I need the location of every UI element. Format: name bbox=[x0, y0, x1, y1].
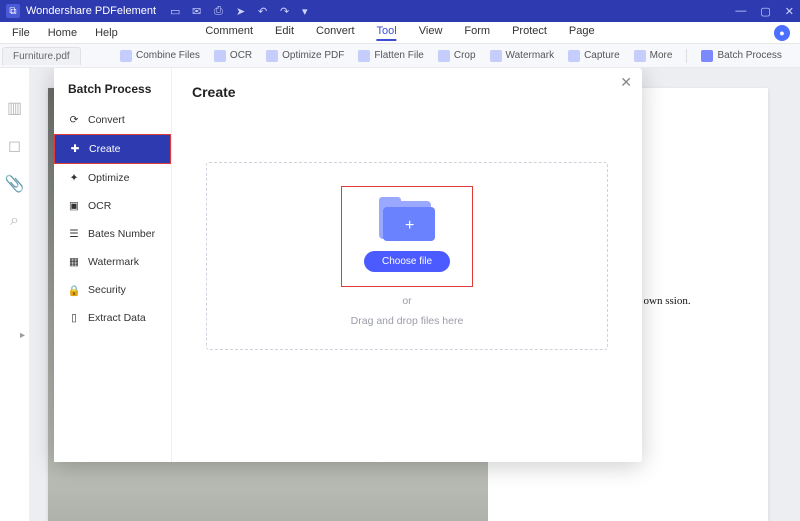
maximize-icon[interactable]: ▢ bbox=[760, 5, 770, 18]
refresh-icon: ⟳ bbox=[68, 114, 80, 126]
close-window-icon[interactable]: ✕ bbox=[785, 5, 794, 18]
mail-icon[interactable]: ✉ bbox=[192, 5, 204, 17]
file-drop-highlight: + Choose file bbox=[341, 186, 473, 287]
batch-sidebar-title: Batch Process bbox=[54, 78, 171, 106]
drag-hint-label: Drag and drop files here bbox=[351, 315, 464, 327]
optimize2-icon: ✦ bbox=[68, 172, 80, 184]
combine-icon bbox=[120, 50, 132, 62]
document-area[interactable]: D BYLLECTIVE. , meet local creatives ner… bbox=[30, 68, 800, 521]
or-label: or bbox=[402, 295, 411, 307]
batch-icon bbox=[701, 50, 713, 62]
batch-main-panel: Create ✕ + Choose file or Drag and drop … bbox=[172, 68, 642, 462]
menu-protect[interactable]: Protect bbox=[512, 25, 547, 41]
menu-comment[interactable]: Comment bbox=[205, 25, 253, 41]
toolbar-separator bbox=[686, 49, 687, 63]
tool-ocr[interactable]: OCR bbox=[214, 50, 252, 62]
titlebar-quick-icons: ▭ ✉ ⎙ ➤ ↶ ↷ ▾ bbox=[170, 5, 314, 17]
batch-item-optimize[interactable]: ✦Optimize bbox=[54, 164, 171, 192]
tool-batch-process[interactable]: Batch Process bbox=[701, 50, 781, 62]
bookmarks-icon[interactable]: ◻ bbox=[8, 136, 21, 156]
minimize-icon[interactable]: ― bbox=[735, 5, 746, 18]
ocr-icon bbox=[214, 50, 226, 62]
batch-item-extract[interactable]: ▯Extract Data bbox=[54, 304, 171, 332]
batch-item-security[interactable]: 🔒Security bbox=[54, 276, 171, 304]
undo-icon[interactable]: ↶ bbox=[258, 5, 270, 17]
more-icon bbox=[634, 50, 646, 62]
optimize-icon bbox=[266, 50, 278, 62]
window-controls: ― ▢ ✕ bbox=[735, 5, 794, 18]
tool-optimize-pdf[interactable]: Optimize PDF bbox=[266, 50, 344, 62]
ocr2-icon: ▣ bbox=[68, 200, 80, 212]
lock-icon: 🔒 bbox=[68, 284, 80, 296]
app-title: Wondershare PDFelement bbox=[26, 5, 156, 17]
batch-item-ocr[interactable]: ▣OCR bbox=[54, 192, 171, 220]
menu-tool[interactable]: Tool bbox=[377, 25, 397, 41]
watermark2-icon: ▦ bbox=[68, 256, 80, 268]
dropdown-icon[interactable]: ▾ bbox=[302, 5, 314, 17]
workspace: ▥ ◻ 📎 ⌕ ▸ D BYLLECTIVE. , meet local cre… bbox=[0, 68, 800, 521]
expand-rail-icon[interactable]: ▸ bbox=[20, 330, 25, 341]
tool-more[interactable]: More bbox=[634, 50, 673, 62]
flatten-icon bbox=[358, 50, 370, 62]
batch-item-convert[interactable]: ⟳Convert bbox=[54, 106, 171, 134]
batch-item-watermark[interactable]: ▦Watermark bbox=[54, 248, 171, 276]
batch-process-dialog: Batch Process ⟳Convert ✚Create ✦Optimize… bbox=[54, 68, 642, 462]
close-dialog-icon[interactable]: ✕ bbox=[620, 74, 632, 91]
redo-icon[interactable]: ↷ bbox=[280, 5, 292, 17]
batch-sidebar: Batch Process ⟳Convert ✚Create ✦Optimize… bbox=[54, 68, 172, 462]
menu-form[interactable]: Form bbox=[464, 25, 490, 41]
user-avatar-icon[interactable]: ● bbox=[774, 25, 790, 41]
tool-watermark[interactable]: Watermark bbox=[490, 50, 555, 62]
file-drop-area[interactable]: + Choose file or Drag and drop files her… bbox=[206, 162, 608, 350]
batch-panel-title: Create bbox=[192, 84, 622, 100]
app-logo-icon: ⧉ bbox=[6, 4, 20, 18]
create-icon: ✚ bbox=[69, 143, 81, 155]
tool-capture[interactable]: Capture bbox=[568, 50, 620, 62]
menu-edit[interactable]: Edit bbox=[275, 25, 294, 41]
tool-crop[interactable]: Crop bbox=[438, 50, 476, 62]
data-icon: ▯ bbox=[68, 312, 80, 324]
capture-icon bbox=[568, 50, 580, 62]
tool-toolbar: Combine Files OCR Optimize PDF Flatten F… bbox=[0, 44, 800, 68]
document-tab[interactable]: Furniture.pdf bbox=[2, 47, 81, 65]
menu-help[interactable]: Help bbox=[95, 27, 118, 39]
menu-convert[interactable]: Convert bbox=[316, 25, 355, 41]
thumbnails-icon[interactable]: ▥ bbox=[7, 98, 22, 118]
menu-home[interactable]: Home bbox=[48, 27, 77, 39]
left-rail: ▥ ◻ 📎 ⌕ ▸ bbox=[0, 68, 30, 521]
menu-page[interactable]: Page bbox=[569, 25, 595, 41]
tool-combine-files[interactable]: Combine Files bbox=[120, 50, 200, 62]
attachments-icon[interactable]: 📎 bbox=[5, 174, 25, 194]
crop-icon bbox=[438, 50, 450, 62]
print-icon[interactable]: ⎙ bbox=[214, 5, 226, 17]
share-icon[interactable]: ➤ bbox=[236, 5, 248, 17]
menu-file[interactable]: File bbox=[12, 27, 30, 39]
batch-item-create[interactable]: ✚Create bbox=[54, 134, 171, 164]
open-icon[interactable]: ▭ bbox=[170, 5, 182, 17]
title-bar: ⧉ Wondershare PDFelement ▭ ✉ ⎙ ➤ ↶ ↷ ▾ ―… bbox=[0, 0, 800, 22]
tool-flatten-file[interactable]: Flatten File bbox=[358, 50, 423, 62]
watermark-icon bbox=[490, 50, 502, 62]
document-tabstrip: Furniture.pdf bbox=[2, 46, 81, 66]
search-icon[interactable]: ⌕ bbox=[10, 212, 19, 230]
batch-item-bates[interactable]: ☰Bates Number bbox=[54, 220, 171, 248]
bates-icon: ☰ bbox=[68, 228, 80, 240]
menu-bar: File Home Help Comment Edit Convert Tool… bbox=[0, 22, 800, 44]
menu-view[interactable]: View bbox=[419, 25, 443, 41]
choose-file-button[interactable]: Choose file bbox=[364, 251, 450, 272]
folder-plus-icon: + bbox=[379, 197, 435, 241]
